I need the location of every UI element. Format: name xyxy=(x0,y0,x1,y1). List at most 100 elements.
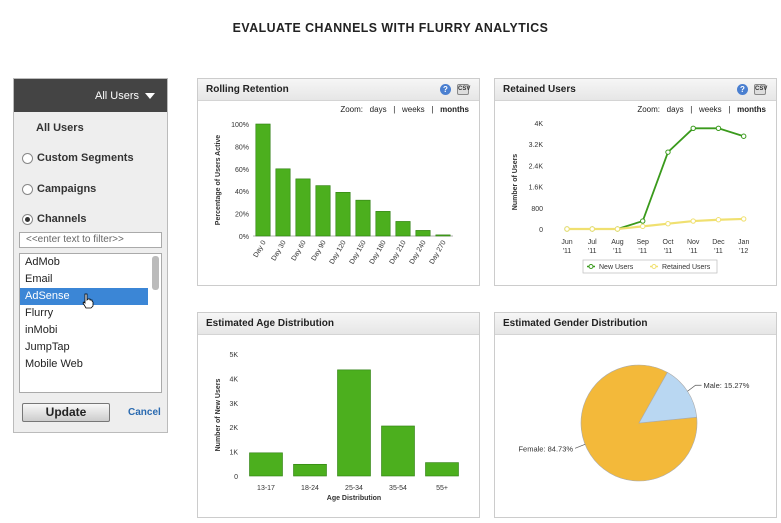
data-point xyxy=(614,226,621,232)
x-tick-label: Day 30 xyxy=(271,239,288,262)
list-item[interactable]: JumpTap xyxy=(20,339,148,356)
pie-label-male: Male: 15.27% xyxy=(704,381,750,390)
x-tick-label: Day 120 xyxy=(329,239,348,265)
data-point xyxy=(690,125,696,131)
y-tick-label: 5K xyxy=(229,352,238,359)
x-tick-label: Day 180 xyxy=(369,239,388,265)
y-tick-label: 40% xyxy=(235,189,249,196)
data-point xyxy=(715,217,722,223)
x-tick-label: '11 xyxy=(689,248,698,255)
retained-users-panel: Retained Users ? CSV Zoom: days | weeks … xyxy=(494,78,777,286)
bar xyxy=(381,425,415,477)
data-point xyxy=(715,125,722,131)
panel-title: Estimated Gender Distribution xyxy=(503,318,648,329)
panel-header: Rolling Retention ? CSV xyxy=(198,79,479,101)
gender-distribution-panel: Estimated Gender Distribution Male: 15.2… xyxy=(494,312,777,518)
x-tick-label: Jan xyxy=(738,239,749,246)
list-item[interactable]: AdMob xyxy=(20,254,148,271)
bar xyxy=(255,123,271,237)
channel-list[interactable]: AdMob Email AdSense Flurry inMobi JumpTa… xyxy=(19,253,162,393)
x-tick-label: Jun xyxy=(561,239,572,246)
x-tick-label: Day 90 xyxy=(311,239,328,262)
x-tick-label: 13-17 xyxy=(257,485,275,492)
bar xyxy=(335,192,351,237)
x-tick-label: Day 210 xyxy=(389,239,408,265)
x-tick-label: Nov xyxy=(687,239,700,246)
data-point xyxy=(741,133,747,139)
csv-export-icon[interactable]: CSV xyxy=(754,84,767,95)
bar xyxy=(293,463,327,477)
y-axis-label: Percentage of Users Active xyxy=(215,135,222,225)
legend-label: New Users xyxy=(599,264,634,271)
list-item[interactable]: inMobi xyxy=(20,322,148,339)
bar xyxy=(295,178,311,237)
y-tick-label: 100% xyxy=(231,122,249,129)
y-tick-label: 2.4K xyxy=(529,163,544,170)
panel-header: Estimated Gender Distribution xyxy=(495,313,776,335)
y-tick-label: 3K xyxy=(229,401,238,408)
segment-sidebar: All Users All Users Custom Segments Camp… xyxy=(13,78,168,433)
segment-dropdown[interactable]: All Users xyxy=(14,79,167,112)
radio-icon[interactable] xyxy=(22,152,33,164)
bar xyxy=(435,234,451,237)
bar xyxy=(249,452,283,477)
bar xyxy=(275,168,291,237)
x-tick-label: Jul xyxy=(588,239,597,246)
all-users-option[interactable]: All Users xyxy=(36,122,84,134)
x-axis-label: Age Distribution xyxy=(327,495,381,502)
x-tick-label: '11 xyxy=(664,248,673,255)
gender-distribution-chart: Male: 15.27% Female: 84.73% xyxy=(518,364,750,482)
rolling-retention-panel: Rolling Retention ? CSV Zoom: days | wee… xyxy=(197,78,480,286)
custom-segments-option[interactable]: Custom Segments xyxy=(22,152,134,164)
cancel-link[interactable]: Cancel xyxy=(128,407,161,418)
x-tick-label: '11 xyxy=(638,248,647,255)
age-distribution-chart: 0 1K 2K 3K 4K 5K Number of New Users 13-17 18-24… xyxy=(215,352,459,502)
data-point xyxy=(690,218,696,224)
x-tick-label: 55+ xyxy=(436,485,448,492)
data-point xyxy=(741,216,747,222)
data-point xyxy=(640,223,646,230)
list-item[interactable]: Email xyxy=(20,271,148,288)
campaigns-option[interactable]: Campaigns xyxy=(22,183,96,195)
x-tick-label: Day 60 xyxy=(291,239,308,262)
radio-icon[interactable] xyxy=(22,183,33,195)
y-tick-label: 1.6K xyxy=(529,185,544,192)
channels-label: Channels xyxy=(37,213,87,225)
help-icon[interactable]: ? xyxy=(737,84,748,95)
list-scrollbar[interactable] xyxy=(152,256,159,290)
csv-export-icon[interactable]: CSV xyxy=(457,84,470,95)
channels-option[interactable]: Channels xyxy=(22,213,87,225)
bar xyxy=(375,211,391,237)
y-tick-label: 80% xyxy=(235,144,249,151)
x-tick-label: 35-54 xyxy=(389,485,407,492)
list-item[interactable]: Mobile Web xyxy=(20,356,148,373)
help-icon[interactable]: ? xyxy=(440,84,451,95)
x-tick-label: Day 0 xyxy=(253,239,268,258)
retained-users-chart: 0 800 1.6K 2.4K 3.2K 4K Number of Users Jun '11 J… xyxy=(512,121,749,274)
y-axis-label: Number of Users xyxy=(512,154,519,211)
x-tick-label: 18-24 xyxy=(301,485,319,492)
x-tick-label: Day 240 xyxy=(409,239,428,265)
y-tick-label: 20% xyxy=(235,212,249,219)
bar xyxy=(337,369,371,477)
panel-title: Retained Users xyxy=(503,84,576,95)
y-axis-label: Number of New Users xyxy=(215,379,222,452)
radio-selected-icon[interactable] xyxy=(22,213,33,225)
update-button[interactable]: Update xyxy=(22,403,110,422)
y-tick-label: 800 xyxy=(531,206,543,213)
x-tick-label: Day 270 xyxy=(429,239,448,265)
bar xyxy=(395,221,411,237)
x-tick-label: '12 xyxy=(739,248,748,255)
list-item-selected[interactable]: AdSense xyxy=(20,288,148,309)
data-point xyxy=(665,149,671,155)
channel-filter-input[interactable]: <<enter text to filter>> xyxy=(19,232,162,248)
y-tick-label: 4K xyxy=(534,121,543,128)
x-tick-label: '11 xyxy=(563,248,572,255)
panel-title: Rolling Retention xyxy=(206,84,289,95)
y-tick-label: 4K xyxy=(229,376,238,383)
data-point xyxy=(640,218,646,224)
data-point xyxy=(665,221,671,227)
segment-dropdown-label: All Users xyxy=(94,89,139,102)
x-tick-label: Dec xyxy=(712,239,725,246)
data-point xyxy=(589,226,595,232)
